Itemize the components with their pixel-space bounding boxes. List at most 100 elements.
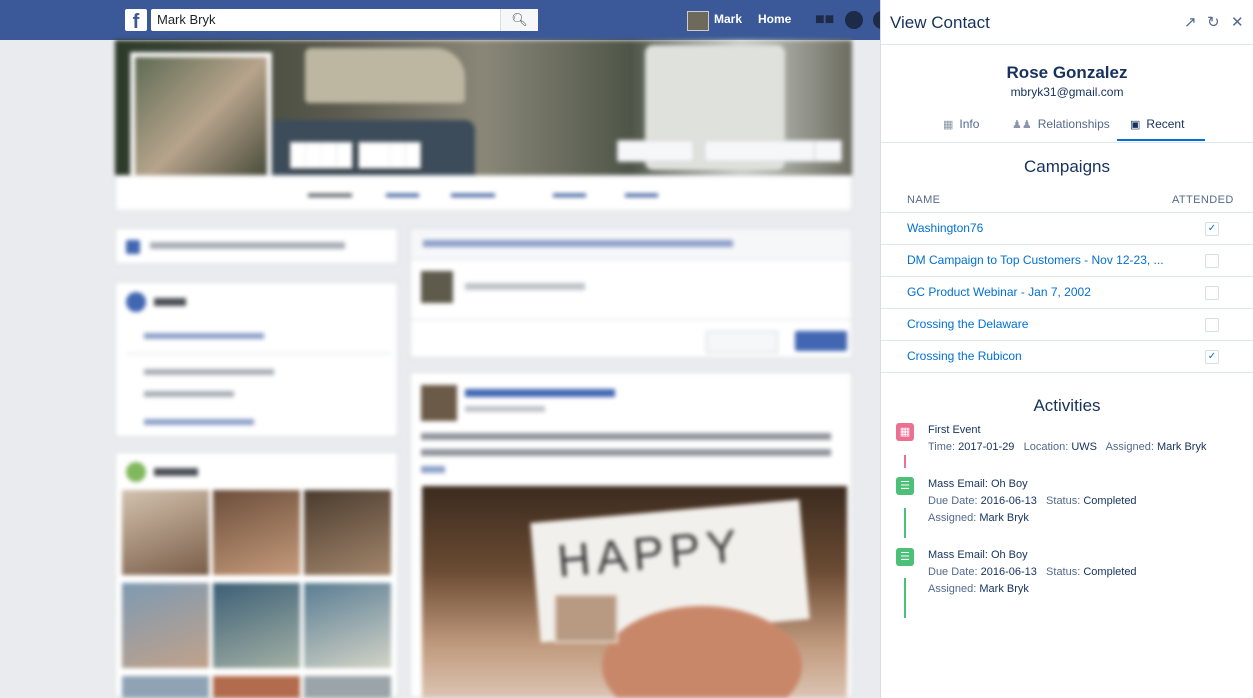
activity-due-label: Due Date: <box>928 495 978 507</box>
activity-assigned-label: Assigned: <box>1105 441 1154 453</box>
activity-title[interactable]: Mass Email: Oh Boy <box>928 549 1028 561</box>
avatar[interactable] <box>421 385 457 421</box>
refresh-icon[interactable]: ↻ <box>1207 13 1220 31</box>
activity-due: 2016-06-13 <box>980 566 1037 578</box>
photo-thumbnail[interactable] <box>122 490 209 575</box>
people-icon: ♟♟ <box>1012 119 1032 131</box>
photo-thumbnail[interactable] <box>304 676 391 698</box>
more-options-button[interactable] <box>814 140 842 162</box>
friend-requests-icon[interactable]: ■■ <box>815 11 834 29</box>
facebook-search-input[interactable]: Mark Bryk <box>151 9 537 31</box>
search-icon[interactable]: 🔍︎ <box>500 9 538 31</box>
activity-assigned-line: Assigned: Mark Bryk <box>928 512 1029 524</box>
view-contact-panel: View Contact ↗ ↻ ✕ Rose Gonzalez mbryk31… <box>880 0 1253 698</box>
joined-blurred <box>144 391 234 397</box>
campaign-name-link[interactable]: GC Product Webinar - Jan 7, 2002 <box>907 285 1091 299</box>
attended-checkbox[interactable] <box>1205 318 1219 332</box>
tab-about[interactable]: ▬▬▬ <box>386 188 419 200</box>
close-icon[interactable]: ✕ <box>1231 13 1244 31</box>
composer-tabs <box>411 229 851 260</box>
attended-checkbox[interactable] <box>1205 286 1219 300</box>
tab-friends[interactable]: ▬▬▬▬ <box>451 188 495 200</box>
tab-photos[interactable]: ▬▬▬ <box>553 188 586 200</box>
contact-email: mbryk31@gmail.com <box>1010 85 1124 99</box>
campaign-name-link[interactable]: Crossing the Rubicon <box>907 349 1022 363</box>
attended-checkbox[interactable]: ✓ <box>1205 350 1219 364</box>
facebook-user-name[interactable]: Mark <box>714 12 742 26</box>
campaign-row: Crossing the Rubicon ✓ <box>881 340 1253 373</box>
messenger-icon[interactable] <box>845 11 863 29</box>
timeline-line <box>904 455 906 468</box>
photo-thumbnail[interactable] <box>122 583 209 668</box>
composer-placeholder-blurred[interactable] <box>465 283 585 290</box>
activity-title[interactable]: Mass Email: Oh Boy <box>928 478 1028 490</box>
activities-title: Activities <box>1033 396 1101 415</box>
describe-link-blurred[interactable] <box>144 333 264 339</box>
photos-icon <box>126 462 146 482</box>
panel-header: View Contact ↗ ↻ ✕ <box>881 0 1253 45</box>
contact-card-icon: ▦ <box>943 119 954 131</box>
campaign-row: GC Product Webinar - Jan 7, 2002 <box>881 276 1253 309</box>
featured-photos-link-blurred[interactable] <box>144 419 254 425</box>
intro-heading-blurred <box>154 298 186 306</box>
campaigns-table-header: NAME ATTENDED <box>881 181 1253 213</box>
attended-checkbox[interactable] <box>1205 254 1219 268</box>
activity-status-label: Status: <box>1046 566 1081 578</box>
lives-in-blurred <box>144 369 274 375</box>
photo-thumbnail[interactable] <box>304 490 391 575</box>
intro-card <box>115 282 398 437</box>
profile-picture[interactable] <box>130 52 272 194</box>
activity-location: UWS <box>1071 441 1097 453</box>
prompt-card[interactable] <box>115 228 398 264</box>
campaign-name-link[interactable]: Crossing the Delaware <box>907 317 1028 331</box>
tab-timeline[interactable]: ▬▬▬▬ <box>308 188 352 200</box>
photo-thumbnail[interactable] <box>213 676 300 698</box>
tab-more[interactable]: ▬▬▬ <box>625 188 658 200</box>
activity-log-button[interactable] <box>704 140 816 162</box>
panel-title: View Contact <box>890 13 990 32</box>
audience-selector[interactable] <box>706 331 778 353</box>
photo-thumbnail[interactable] <box>213 583 300 668</box>
activity-due: 2016-06-13 <box>980 495 1037 507</box>
post-button[interactable] <box>795 331 847 351</box>
post-author-blurred[interactable] <box>465 389 615 397</box>
tab-relationships-label: Relationships <box>1037 117 1110 131</box>
tab-relationships[interactable]: ♟♟ Relationships <box>1012 117 1110 131</box>
task-icon: ☰ <box>896 548 914 566</box>
photo-thumbnail[interactable] <box>213 490 300 575</box>
tab-recent[interactable]: ▣ Recent <box>1130 117 1184 131</box>
activity-assigned: Mark Bryk <box>979 583 1029 595</box>
facebook-logo[interactable]: f <box>125 9 147 31</box>
activity-status: Completed <box>1083 566 1137 578</box>
activity-due-label: Due Date: <box>928 566 978 578</box>
contact-name[interactable]: Rose Gonzalez <box>881 63 1253 83</box>
facebook-home-link[interactable]: Home <box>758 12 791 26</box>
campaign-row: Washington76 ✓ <box>881 212 1253 245</box>
post-photo[interactable]: HAPPY <box>422 486 847 698</box>
activity-status-label: Status: <box>1046 495 1081 507</box>
update-info-button[interactable] <box>617 140 694 162</box>
intro-icon <box>126 292 146 312</box>
photo-thumbnail[interactable] <box>304 583 391 668</box>
campaign-name-link[interactable]: Washington76 <box>907 221 983 235</box>
avatar[interactable] <box>687 11 709 31</box>
timeline-line <box>904 508 906 538</box>
calendar-icon: ▣ <box>1130 119 1141 131</box>
campaign-row: Crossing the Delaware <box>881 308 1253 341</box>
activity-status: Completed <box>1083 495 1137 507</box>
campaign-name-link[interactable]: DM Campaign to Top Customers - Nov 12-23… <box>907 253 1164 267</box>
popout-icon[interactable]: ↗ <box>1184 13 1197 31</box>
divider <box>126 353 391 354</box>
checkbox-icon <box>126 240 140 254</box>
activity-time-label: Time: <box>928 441 956 453</box>
cover-photo-tent <box>305 48 465 103</box>
tab-info[interactable]: ▦ Info <box>943 117 979 131</box>
composer-tabs-blurred[interactable] <box>423 240 733 247</box>
post-time-blurred <box>465 406 545 412</box>
activity-assigned: Mark Bryk <box>979 512 1029 524</box>
activity-title[interactable]: First Event <box>928 424 981 436</box>
photo-thumbnail[interactable] <box>122 676 209 698</box>
profile-nav-bar: ▬▬▬▬ ▬▬▬ ▬▬▬▬ ▬▬▬ ▬▬▬ <box>115 175 852 211</box>
divider <box>411 319 851 320</box>
attended-checkbox[interactable]: ✓ <box>1205 222 1219 236</box>
